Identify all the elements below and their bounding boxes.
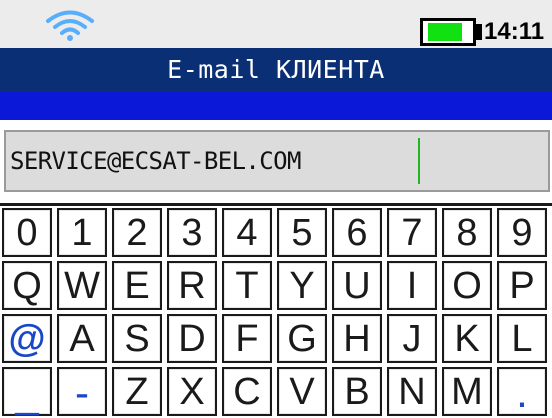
- header-band: [0, 92, 552, 120]
- key-i[interactable]: I: [387, 261, 437, 310]
- key-5[interactable]: 5: [277, 208, 327, 257]
- key-n[interactable]: N: [387, 367, 437, 416]
- keyboard-row: QWERTYUIOP: [0, 261, 552, 312]
- battery-cap: [476, 24, 482, 40]
- key-6[interactable]: 6: [332, 208, 382, 257]
- key-f[interactable]: F: [222, 314, 272, 363]
- keyboard: 0 1 2 3 4 5 6 7 8 9 Q W E R T Y U I O P @ A S D F G H J K L _ - Z X C V B N M.: [0, 203, 552, 418]
- key-a[interactable]: A: [57, 314, 107, 363]
- key-c[interactable]: C: [222, 367, 272, 416]
- keyboard-row: _ - Z X C V B N M.: [0, 367, 552, 418]
- key-s[interactable]: S: [112, 314, 162, 363]
- battery-icon: [420, 18, 476, 46]
- key-d[interactable]: D: [167, 314, 217, 363]
- key-at[interactable]: @: [2, 314, 52, 363]
- status-bar: 14:11: [0, 0, 552, 48]
- wifi-icon: [46, 10, 94, 41]
- key-4[interactable]: 4: [222, 208, 272, 257]
- page-title: E-mail КЛИЕНТА: [0, 48, 552, 92]
- key-j[interactable]: J: [387, 314, 437, 363]
- key-7[interactable]: 7: [387, 208, 437, 257]
- key-l[interactable]: L: [497, 314, 547, 363]
- key-0[interactable]: 0: [2, 208, 52, 257]
- key-2[interactable]: 2: [112, 208, 162, 257]
- key-z[interactable]: Z: [112, 367, 162, 416]
- key-q[interactable]: Q: [2, 261, 52, 310]
- key-r[interactable]: R: [167, 261, 217, 310]
- key-underscore[interactable]: _: [2, 367, 52, 416]
- key-y[interactable]: Y: [277, 261, 327, 310]
- key-v[interactable]: V: [277, 367, 327, 416]
- key-u[interactable]: U: [332, 261, 382, 310]
- key-h[interactable]: H: [332, 314, 382, 363]
- key-w[interactable]: W: [57, 261, 107, 310]
- key-3[interactable]: 3: [167, 208, 217, 257]
- keyboard-row: 0123456789: [0, 208, 552, 259]
- key-m[interactable]: M: [442, 367, 492, 416]
- key-b[interactable]: B: [332, 367, 382, 416]
- email-field[interactable]: SERVICE@ECSAT-BEL.COM: [4, 130, 550, 192]
- key-g[interactable]: G: [277, 314, 327, 363]
- text-cursor: [418, 138, 420, 184]
- key-k[interactable]: K: [442, 314, 492, 363]
- battery-fill: [428, 23, 462, 41]
- key-dash[interactable]: -: [57, 367, 107, 416]
- email-value: SERVICE@ECSAT-BEL.COM: [10, 147, 301, 175]
- key-o[interactable]: O: [442, 261, 492, 310]
- key-9[interactable]: 9: [497, 208, 547, 257]
- key-e[interactable]: E: [112, 261, 162, 310]
- key-t[interactable]: T: [222, 261, 272, 310]
- key-dot[interactable]: .: [497, 367, 547, 416]
- keyboard-row: @ A S D F G H J K L: [0, 314, 552, 365]
- clock: 14:11: [484, 18, 545, 45]
- key-8[interactable]: 8: [442, 208, 492, 257]
- key-p[interactable]: P: [497, 261, 547, 310]
- key-1[interactable]: 1: [57, 208, 107, 257]
- key-x[interactable]: X: [167, 367, 217, 416]
- input-area: SERVICE@ECSAT-BEL.COM: [0, 120, 552, 200]
